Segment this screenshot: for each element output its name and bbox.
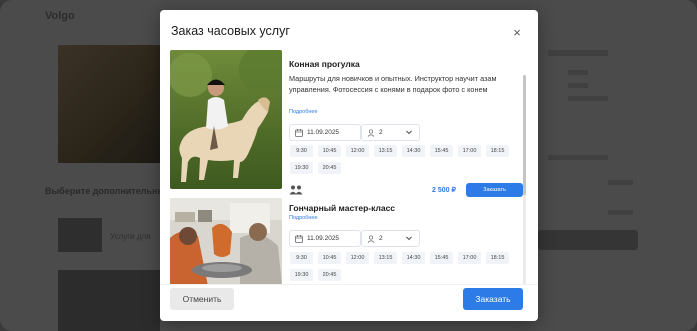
time-slot[interactable]: 14:30 [402,145,425,157]
background-sidebar [538,45,638,295]
user-icon [367,234,375,243]
service-price: 2 500 ₽ [432,187,456,194]
modal-title: Заказ часовых услуг [171,24,290,38]
user-icon [367,128,375,137]
calendar-icon [295,234,303,243]
guests-select[interactable]: 2 [361,230,420,247]
order-modal: Заказ часовых услуг × Конная прогулка Ма… [160,10,538,321]
services-list[interactable]: Конная прогулка Маршруты для новичков и … [160,50,538,284]
background-title: Volgo [45,10,75,22]
time-slot[interactable]: 9:30 [290,252,313,264]
service-name: Гончарный мастер-класс [289,203,396,213]
close-icon[interactable]: × [511,26,523,39]
calendar-icon [295,128,303,137]
time-slot[interactable]: 19:30 [290,162,313,174]
time-slot[interactable]: 17:00 [458,252,481,264]
time-slot[interactable]: 20:45 [318,162,341,174]
service-card-horse-ride: Конная прогулка Маршруты для новичков и … [160,50,538,200]
date-value: 11.09.2025 [307,129,340,136]
time-slot[interactable]: 10:45 [318,145,341,157]
time-slot[interactable]: 15:45 [430,252,453,264]
date-value: 11.09.2025 [307,235,340,242]
time-slot[interactable]: 13:15 [374,252,397,264]
time-slot[interactable]: 13:15 [374,145,397,157]
guests-value: 2 [379,129,383,136]
background-thumb [58,270,160,331]
time-slot[interactable]: 19:30 [290,269,313,281]
guests-value: 2 [379,235,383,242]
chevron-down-icon [406,130,412,135]
time-slot[interactable]: 20:45 [318,269,341,281]
service-name: Конная прогулка [289,59,360,69]
guests-select[interactable]: 2 [361,124,420,141]
footer-divider [160,284,538,285]
time-slot[interactable]: 12:00 [346,145,369,157]
pottery-photo [170,198,282,284]
background-photo [58,45,160,163]
chevron-down-icon [406,236,412,241]
time-slot[interactable]: 14:30 [402,252,425,264]
scrollbar-thumb[interactable] [523,75,526,195]
time-slot[interactable]: 10:45 [318,252,341,264]
time-slot[interactable]: 15:45 [430,145,453,157]
time-slot[interactable]: 12:00 [346,252,369,264]
details-link[interactable]: Подробнее [289,109,318,115]
details-link[interactable]: Подробнее [289,215,318,221]
people-icon [289,185,303,195]
time-slot[interactable]: 9:30 [290,145,313,157]
horse-ride-photo [170,50,282,189]
time-slot[interactable]: 17:00 [458,145,481,157]
service-description: Маршруты для новичков и опытных. Инструк… [289,74,497,94]
order-service-button[interactable]: Заказать [466,183,523,197]
time-slot[interactable]: 18:15 [486,252,509,264]
background-button [538,230,638,250]
cancel-button[interactable]: Отменить [170,288,234,310]
submit-order-button[interactable]: Заказать [463,288,523,310]
background-thumb [58,218,102,252]
date-picker[interactable]: 11.09.2025 [289,124,361,141]
time-slot[interactable]: 18:15 [486,145,509,157]
background-item-text: Услуги для [110,232,151,241]
date-picker[interactable]: 11.09.2025 [289,230,361,247]
service-card-pottery: Гончарный мастер-класс Подробнее 11.09.2… [160,198,538,284]
